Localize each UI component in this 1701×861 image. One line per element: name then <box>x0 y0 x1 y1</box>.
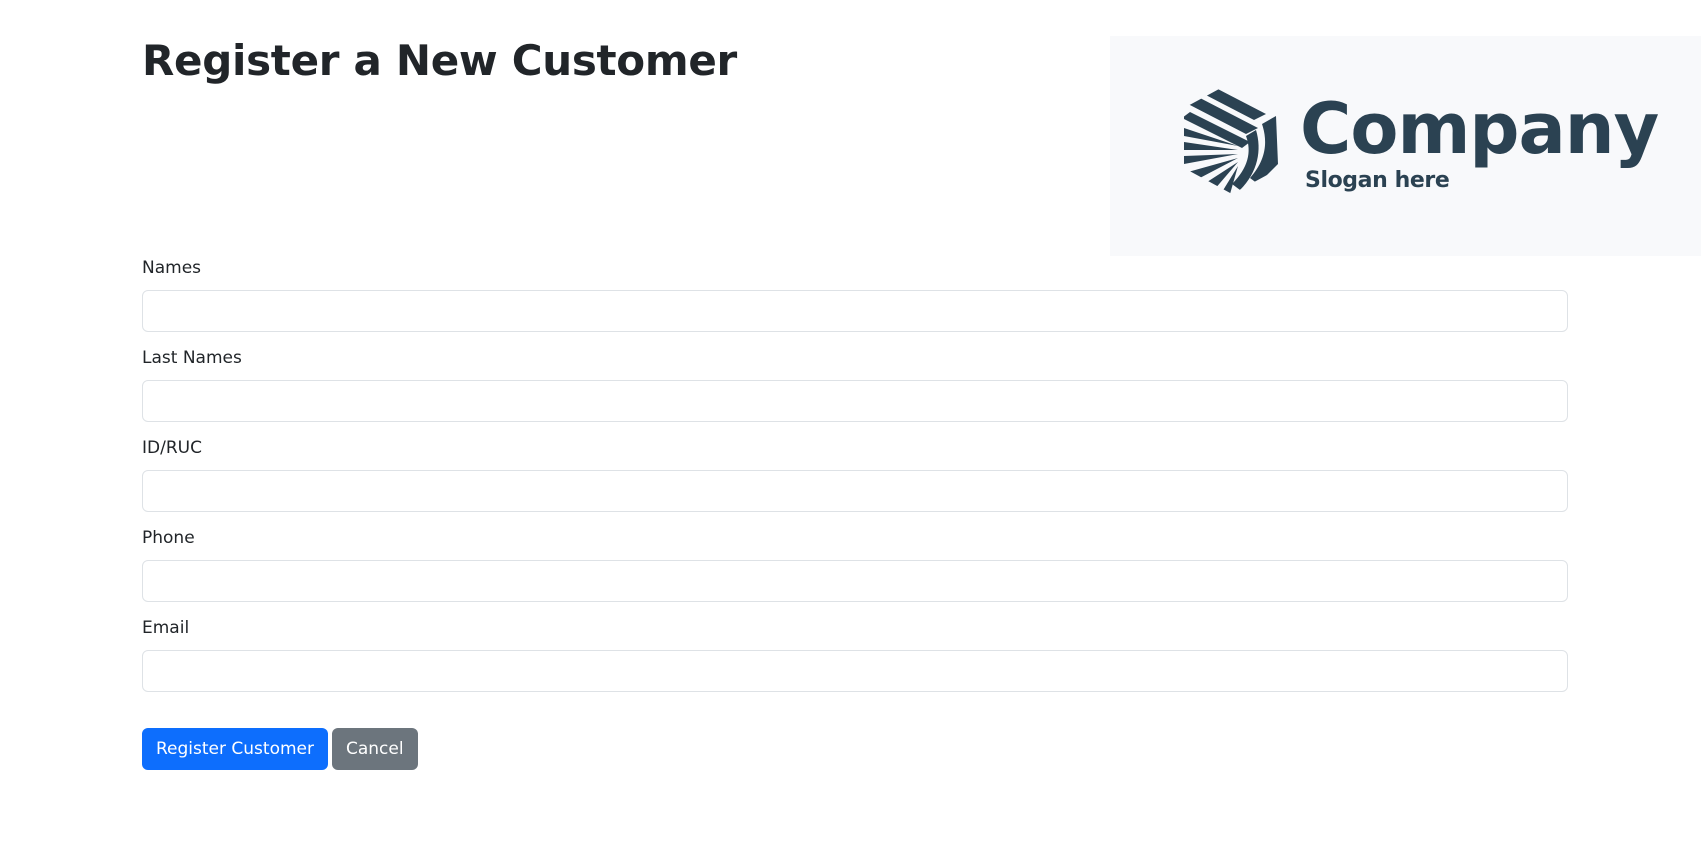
page: Register a New Customer Company Slogan h… <box>0 0 1701 861</box>
phone-label: Phone <box>142 528 195 548</box>
phone-input[interactable] <box>142 560 1568 602</box>
cancel-button[interactable]: Cancel <box>331 728 418 770</box>
company-logo-icon <box>1184 86 1278 194</box>
id-ruc-group: ID/RUC <box>142 438 1568 512</box>
names-input[interactable] <box>142 290 1568 332</box>
form-actions: Register Customer Cancel <box>142 728 418 770</box>
names-label: Names <box>142 258 202 278</box>
page-title: Register a New Customer <box>142 36 737 85</box>
names-group: Names <box>142 258 1568 332</box>
email-label: Email <box>142 618 190 638</box>
last-names-input[interactable] <box>142 380 1568 422</box>
phone-group: Phone <box>142 528 1568 602</box>
company-logo-banner: Company Slogan here <box>1110 36 1701 256</box>
last-names-group: Last Names <box>142 348 1568 422</box>
email-group: Email <box>142 618 1568 692</box>
company-logo-slogan: Slogan here <box>1305 168 1450 193</box>
register-customer-button[interactable]: Register Customer <box>142 728 328 770</box>
id-ruc-input[interactable] <box>142 470 1568 512</box>
id-ruc-label: ID/RUC <box>142 438 202 458</box>
email-input[interactable] <box>142 650 1568 692</box>
last-names-label: Last Names <box>142 348 242 368</box>
company-logo-name: Company <box>1300 88 1659 170</box>
customer-registration-form: Names Last Names ID/RUC Phone Email <box>142 258 1568 708</box>
